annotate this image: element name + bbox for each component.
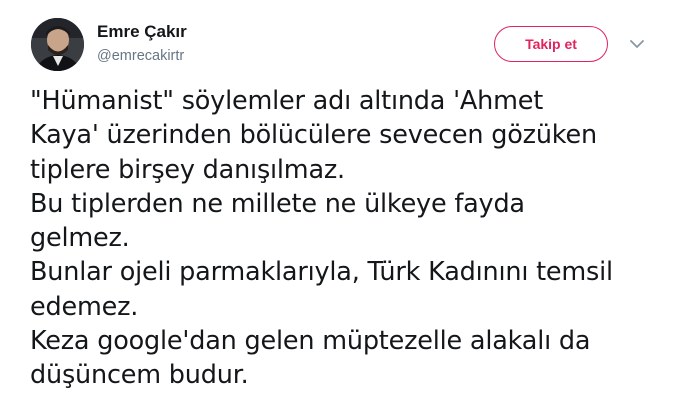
follow-button[interactable]: Takip et (494, 26, 608, 62)
tweet-card: Emre Çakır @emrecakirtr Takip et "Hümani… (0, 0, 674, 410)
tweet-text-line: düşüncem budur. (30, 360, 249, 391)
display-name[interactable]: Emre Çakır (97, 22, 187, 42)
tweet-text-line: Kaya' üzerinden bölücülere sevecen gözük… (30, 120, 597, 151)
user-handle[interactable]: @emrecakirtr (97, 48, 184, 64)
chevron-down-icon[interactable] (628, 36, 646, 50)
avatar[interactable] (31, 18, 84, 71)
tweet-text-line: gelmez. (30, 223, 130, 254)
tweet-text-line: edemez. (30, 291, 139, 322)
tweet-text-line: tiplere birşey danışılmaz. (30, 154, 345, 185)
profile-photo-icon (31, 18, 84, 71)
tweet-text: "Hümanist" söylemler adı altında 'Ahmet … (30, 84, 660, 393)
tweet-text-line: Bu tiplerden ne millete ne ülkeye fayda (30, 188, 525, 219)
tweet-text-line: "Hümanist" söylemler adı altında 'Ahmet (30, 86, 544, 116)
tweet-text-line: Keza google'dan gelen müptezelle alakalı… (30, 326, 591, 357)
tweet-text-line: Bunlar ojeli parmaklarıyla, Türk Kadının… (30, 257, 613, 288)
